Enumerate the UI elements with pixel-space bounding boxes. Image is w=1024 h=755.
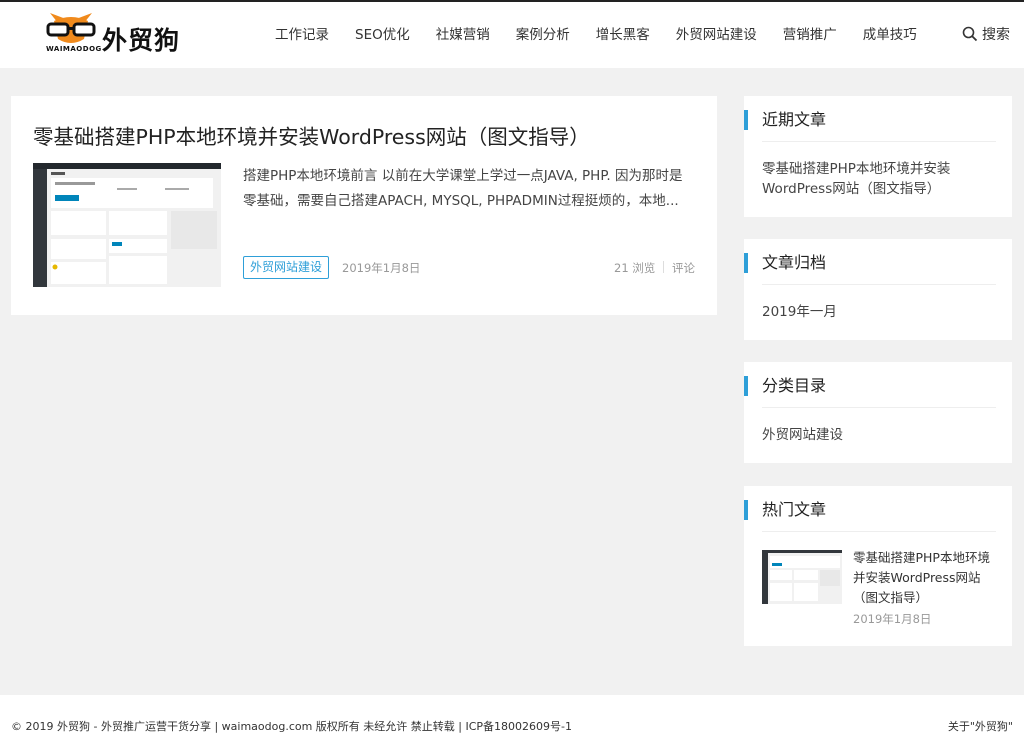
nav-item-work-log[interactable]: 工作记录 [262, 2, 342, 68]
main-nav: 工作记录 SEO优化 社媒营销 案例分析 增长黑客 外贸网站建设 营销推广 成单… [262, 2, 930, 68]
recent-post-link[interactable]: 零基础搭建PHP本地环境并安装WordPress网站（图文指导） [762, 159, 996, 199]
meta-divider [663, 261, 664, 273]
nav-item-seo[interactable]: SEO优化 [342, 2, 423, 68]
hot-post-thumbnail[interactable] [762, 550, 842, 604]
post-excerpt: 搭建PHP本地环境前言 以前在大学课堂上学过一点JAVA, PHP. 因为那时是… [243, 168, 683, 209]
category-widget: 分类目录 外贸网站建设 [744, 362, 1012, 463]
search-label: 搜索 [982, 27, 1010, 43]
archive-title: 文章归档 [744, 253, 826, 273]
search-icon [962, 26, 978, 42]
post-date: 2019年1月8日 [342, 261, 421, 275]
widget-divider [762, 407, 996, 408]
fox-glasses-logo-icon [46, 13, 96, 43]
recent-posts-title: 近期文章 [744, 110, 826, 130]
logo-subtext: WAIMAODOG [46, 45, 102, 53]
footer-about-link[interactable]: 关于"外贸狗" [948, 718, 1013, 734]
nav-item-growth-hacking[interactable]: 增长黑客 [583, 2, 663, 68]
widget-divider [762, 284, 996, 285]
post-card: 零基础搭建PHP本地环境并安装WordPress网站（图文指导） 搭建PHP本地… [11, 96, 717, 315]
hot-posts-widget: 热门文章 零基础搭建PHP本地环境并安装WordPress网站（图文指导） 20… [744, 486, 1012, 646]
dashboard-screenshot-image [762, 550, 842, 604]
nav-item-social-media[interactable]: 社媒营销 [423, 2, 503, 68]
footer-copyright: © 2019 外贸狗 - 外贸推广运营干货分享 | waimaodog.com … [11, 720, 573, 733]
nav-item-closing-tips[interactable]: 成单技巧 [850, 2, 930, 68]
site-footer: © 2019 外贸狗 - 外贸推广运营干货分享 | waimaodog.com … [0, 695, 1024, 755]
archive-widget: 文章归档 2019年一月 [744, 239, 1012, 340]
hot-post-link[interactable]: 零基础搭建PHP本地环境并安装WordPress网站（图文指导） [853, 548, 998, 608]
widget-divider [762, 141, 996, 142]
search-button[interactable]: 搜索 [962, 24, 1010, 44]
post-views: 21 浏览 [614, 261, 656, 275]
post-category-tag[interactable]: 外贸网站建设 [243, 256, 330, 279]
recent-posts-widget: 近期文章 零基础搭建PHP本地环境并安装WordPress网站（图文指导） [744, 96, 1012, 217]
nav-item-case-study[interactable]: 案例分析 [503, 2, 583, 68]
widget-divider [762, 531, 996, 532]
category-title: 分类目录 [744, 376, 826, 396]
dashboard-screenshot-image [33, 163, 221, 287]
nav-item-website-building[interactable]: 外贸网站建设 [663, 2, 770, 68]
post-title[interactable]: 零基础搭建PHP本地环境并安装WordPress网站（图文指导） [33, 120, 590, 150]
nav-item-marketing[interactable]: 营销推广 [770, 2, 850, 68]
site-logo[interactable]: 外贸狗 WAIMAODOG [44, 9, 214, 59]
hot-posts-title: 热门文章 [744, 500, 826, 520]
post-comments-link[interactable]: 评论 [672, 260, 695, 276]
category-link[interactable]: 外贸网站建设 [762, 425, 996, 445]
site-header: 外贸狗 WAIMAODOG 工作记录 SEO优化 社媒营销 案例分析 增长黑客 … [0, 2, 1024, 68]
hot-post-date: 2019年1月8日 [853, 612, 932, 626]
logo-text: 外贸狗 [102, 26, 181, 55]
post-thumbnail[interactable] [33, 163, 221, 287]
archive-link[interactable]: 2019年一月 [762, 302, 996, 322]
